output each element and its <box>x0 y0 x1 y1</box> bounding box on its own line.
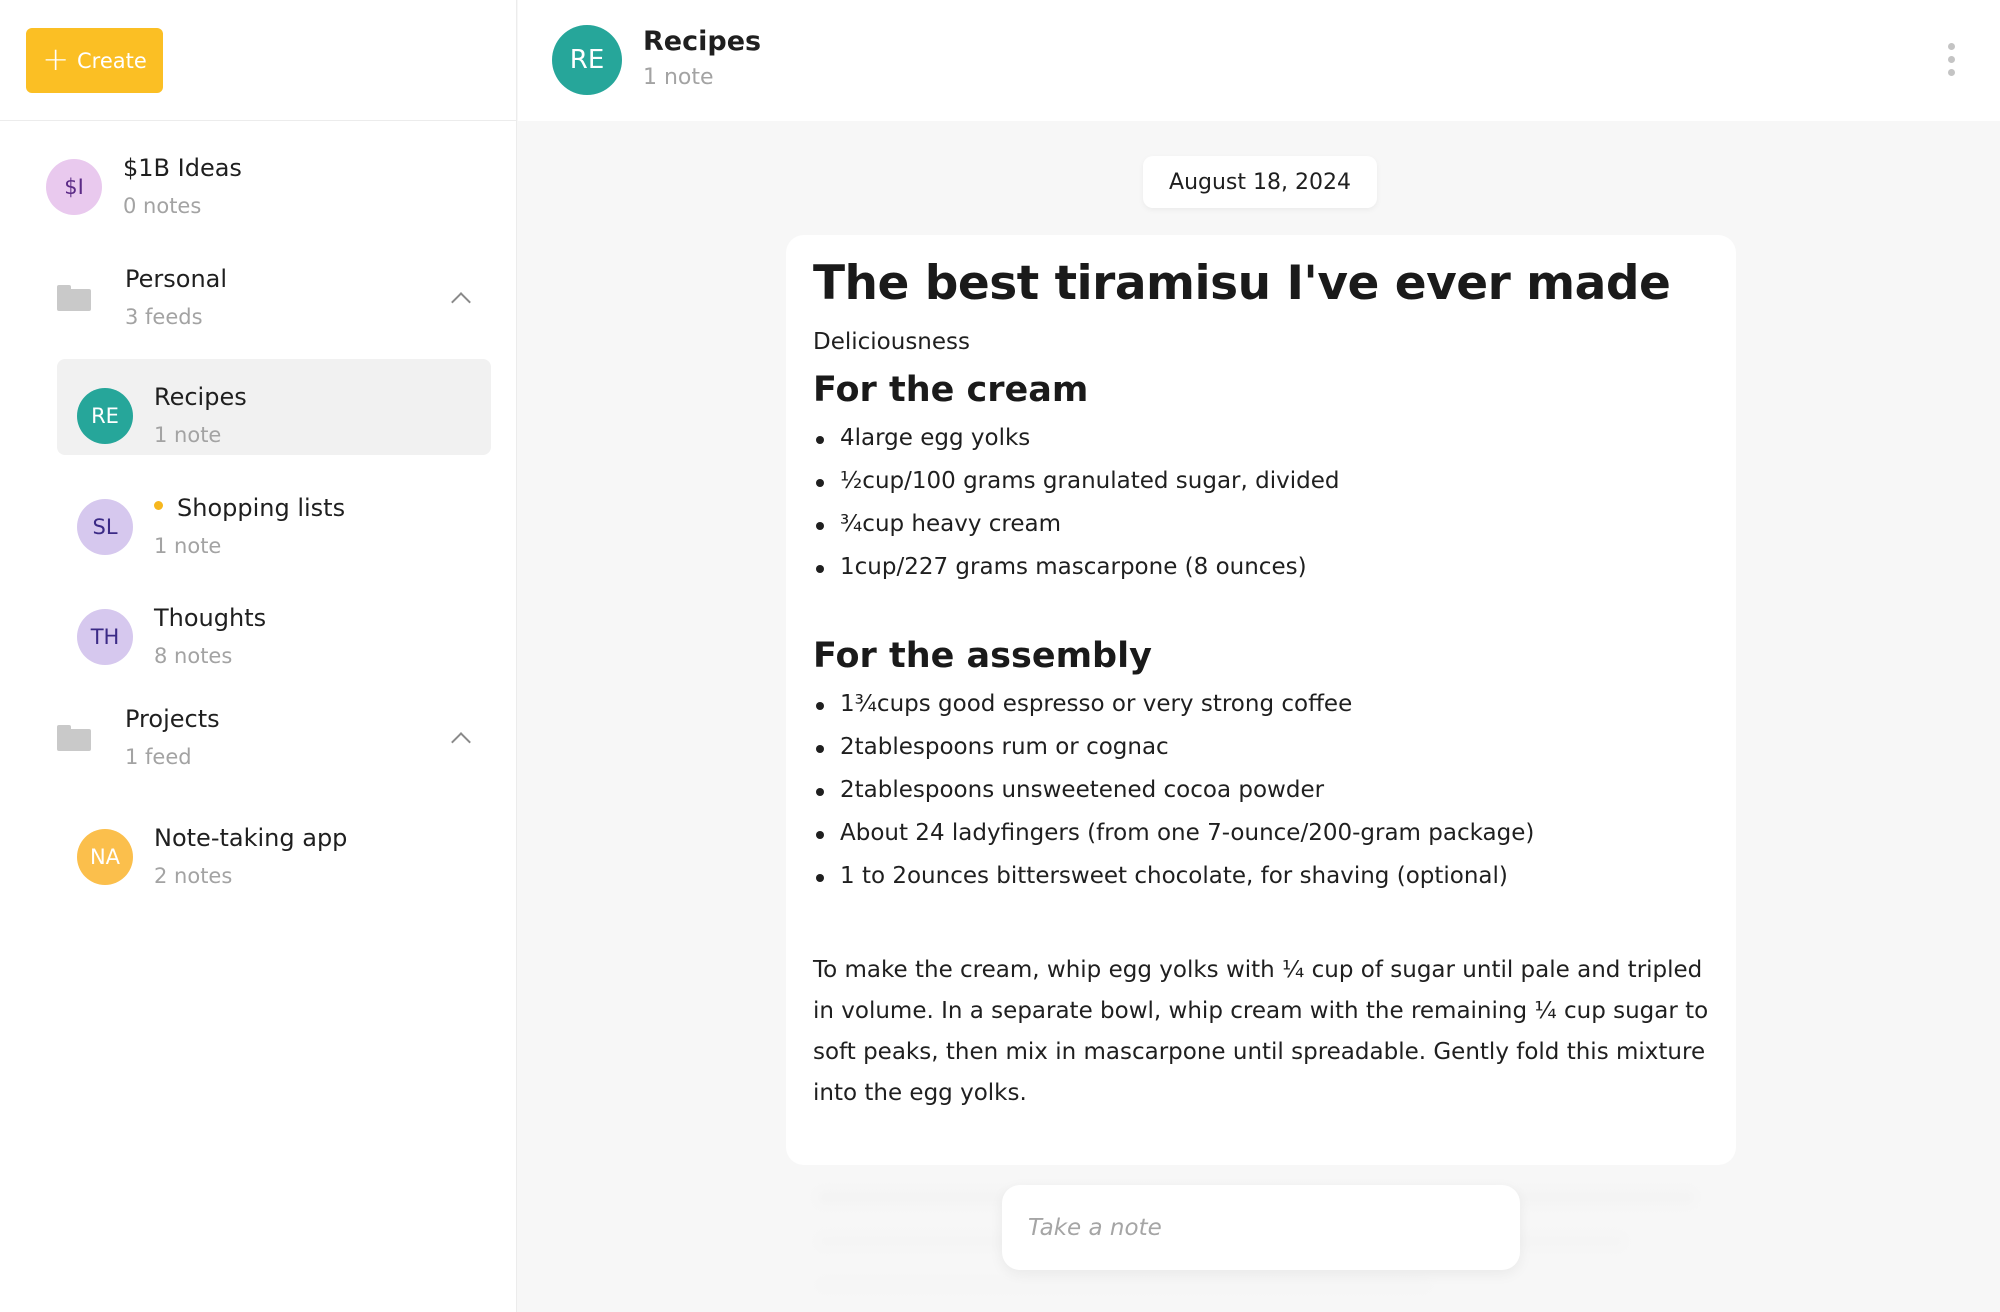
list-item: 2tablespoons rum or cognac <box>813 726 1709 769</box>
sidebar-item-count: 8 notes <box>154 644 233 668</box>
unread-dot <box>154 500 163 510</box>
sidebar-item-recipes[interactable]: RE Recipes 1 note <box>77 380 247 452</box>
note-card[interactable]: The best tiramisu I've ever made Delicio… <box>786 235 1736 1165</box>
avatar: SL <box>77 499 133 555</box>
section-heading-cream: For the cream <box>813 370 1089 410</box>
list-item: About 24 ladyfingers (from one 7-ounce/2… <box>813 812 1709 855</box>
sidebar-item-thoughts[interactable]: TH Thoughts 8 notes <box>77 601 266 673</box>
sidebar-item-title: $1B Ideas <box>123 154 242 182</box>
feed-header-info: RE Recipes 1 note <box>552 25 761 95</box>
chevron-up-icon[interactable] <box>451 292 471 312</box>
note-composer[interactable] <box>1002 1185 1520 1270</box>
sidebar-header: + Create <box>0 0 516 121</box>
cream-ingredients-list: 4large egg yolks ½cup/100 grams granulat… <box>813 417 1709 589</box>
sidebar-item-count: 0 notes <box>123 194 202 218</box>
avatar: RE <box>77 388 133 444</box>
page-title: Recipes <box>643 26 762 57</box>
avatar: $I <box>46 159 102 215</box>
feed-note-count: 1 note <box>643 65 714 90</box>
avatar: TH <box>77 609 133 665</box>
list-item: ¾cup heavy cream <box>813 503 1709 546</box>
sidebar: + Create $I $1B Ideas 0 notes Personal 3… <box>0 0 517 1312</box>
plus-icon: + <box>42 40 70 78</box>
sidebar-item-title: Recipes <box>154 383 247 411</box>
feed-avatar: RE <box>552 25 622 95</box>
section-heading-assembly: For the assembly <box>813 636 1152 676</box>
feed-header: RE Recipes 1 note <box>518 0 2000 121</box>
folder-icon <box>57 285 91 311</box>
sidebar-item-1b-ideas[interactable]: $I $1B Ideas 0 notes <box>46 151 242 223</box>
sidebar-folder-count: 3 feeds <box>125 305 203 329</box>
take-note-input[interactable] <box>1028 1214 1520 1241</box>
avatar: NA <box>77 829 133 885</box>
sidebar-folder-personal[interactable]: Personal 3 feeds <box>57 262 227 334</box>
sidebar-item-shopping-lists[interactable]: SL Shopping lists 1 note <box>77 491 345 563</box>
list-item: 1cup/227 grams mascarpone (8 ounces) <box>813 546 1709 589</box>
list-item: 4large egg yolks <box>813 417 1709 460</box>
sidebar-item-title: Shopping lists <box>177 494 346 522</box>
note-subtitle: Deliciousness <box>813 329 971 355</box>
assembly-ingredients-list: 1¾cups good espresso or very strong coff… <box>813 683 1709 898</box>
sidebar-folder-title: Personal <box>125 265 228 293</box>
sidebar-item-count: 1 note <box>154 423 222 447</box>
note-paragraph: To make the cream, whip egg yolks with ¼… <box>813 957 1709 1106</box>
list-item: ½cup/100 grams granulated sugar, divided <box>813 460 1709 503</box>
create-button-label: Create <box>77 48 147 73</box>
note-title: The best tiramisu I've ever made <box>813 256 1671 311</box>
sidebar-item-note-taking-app[interactable]: NA Note-taking app 2 notes <box>77 821 347 893</box>
list-item: 1 to 2ounces bittersweet chocolate, for … <box>813 855 1709 898</box>
sidebar-folder-title: Projects <box>125 705 220 733</box>
date-separator: August 18, 2024 <box>1143 156 1377 208</box>
list-item: 1¾cups good espresso or very strong coff… <box>813 683 1709 726</box>
create-button[interactable]: + Create <box>26 28 163 93</box>
sidebar-folder-count: 1 feed <box>125 745 192 769</box>
sidebar-item-title: Note-taking app <box>154 824 348 852</box>
sidebar-item-count: 2 notes <box>154 864 233 888</box>
folder-icon <box>57 725 91 751</box>
sidebar-item-title: Thoughts <box>154 604 267 632</box>
more-options-icon[interactable] <box>1946 43 1956 79</box>
list-item: 2tablespoons unsweetened cocoa powder <box>813 769 1709 812</box>
chevron-up-icon[interactable] <box>451 732 471 752</box>
sidebar-folder-projects[interactable]: Projects 1 feed <box>57 702 220 774</box>
sidebar-item-count: 1 note <box>154 534 222 558</box>
